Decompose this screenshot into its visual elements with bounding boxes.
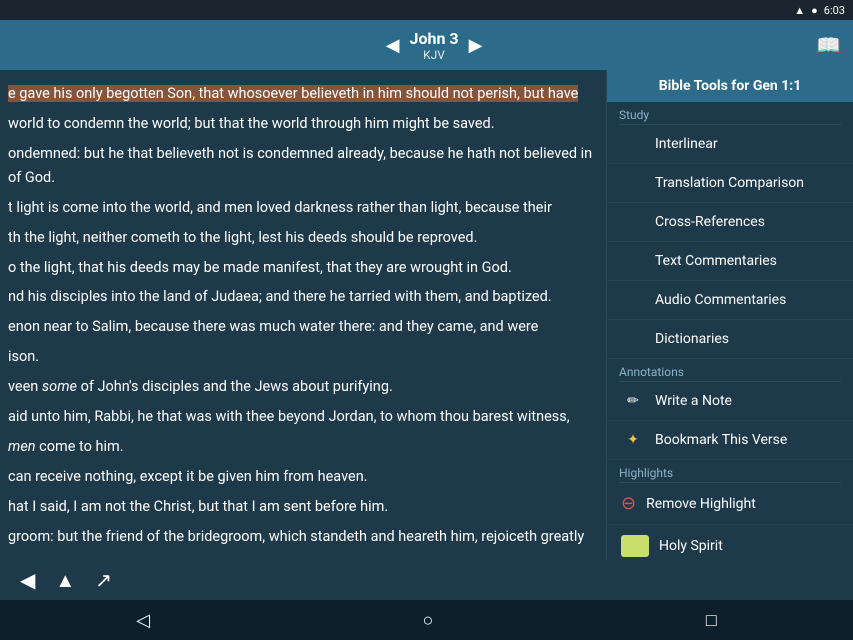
text-comm-label: Text Commentaries (655, 253, 777, 269)
remove-highlight-item[interactable]: ⊖ Remove Highlight (607, 483, 853, 525)
bottom-nav: ◀ ▲ ↗ (0, 560, 853, 600)
dict-label: Dictionaries (655, 331, 729, 347)
android-home-button[interactable]: ○ (423, 610, 434, 631)
write-note-icon: ✏ (621, 393, 645, 409)
write-note-item[interactable]: ✏ Write a Note (607, 382, 853, 421)
holy-spirit-label: Holy Spirit (659, 538, 723, 554)
translation-comparison-item[interactable]: Translation Comparison (607, 164, 853, 203)
next-chapter-button[interactable]: ▶ (469, 35, 483, 56)
wifi-icon: ▲ (794, 4, 805, 17)
prev-chapter-button[interactable]: ◀ (386, 35, 400, 56)
status-icons: ▲ ● 6:03 (794, 4, 845, 17)
verse-11: aid unto him, Rabbi, he that was with th… (8, 405, 594, 429)
verse-3: ondemned: but he that believeth not is c… (8, 142, 594, 190)
signal-icon: ● (811, 4, 818, 17)
cross-ref-label: Cross-References (655, 214, 765, 230)
annotations-section-label: Annotations (607, 359, 853, 381)
bottom-actions: ◀ ▲ ↗ (16, 564, 116, 597)
verse-6: o the light, that his deeds may be made … (8, 256, 594, 280)
back-button[interactable]: ◀ (16, 564, 39, 597)
tools-panel: Bible Tools for Gen 1:1 Study Interlinea… (606, 70, 853, 560)
write-note-label: Write a Note (655, 393, 732, 409)
bible-panel: e gave his only begotten Son, that whoso… (0, 70, 606, 560)
cross-references-item[interactable]: Cross-References (607, 203, 853, 242)
verse-14: hat I said, I am not the Christ, but tha… (8, 495, 594, 519)
verse-text-highlighted: e gave his only begotten Son, that whoso… (8, 85, 578, 102)
tools-header: Bible Tools for Gen 1:1 (607, 70, 853, 102)
dictionaries-item[interactable]: Dictionaries (607, 320, 853, 359)
interlinear-item[interactable]: Interlinear (607, 125, 853, 164)
book-name: John 3 (410, 29, 459, 48)
remove-highlight-icon: ⊖ (621, 493, 636, 514)
verse-4: t light is come into the world, and men … (8, 196, 594, 220)
verse-15: groom: but the friend of the bridegroom,… (8, 525, 594, 549)
verse-1: e gave his only begotten Son, that whoso… (8, 82, 594, 106)
bookmark-verse-icon: ✦ (621, 432, 645, 448)
top-nav: ◀ John 3 KJV ▶ 📖 (0, 20, 853, 70)
android-back-button[interactable]: ◁ (136, 610, 150, 631)
time-display: 6:03 (824, 4, 845, 17)
up-button[interactable]: ▲ (51, 564, 79, 597)
book-version-title[interactable]: John 3 KJV (410, 29, 459, 62)
translation-label: Translation Comparison (655, 175, 804, 191)
verse-2: world to condemn the world; but that the… (8, 112, 594, 136)
verse-9: ison. (8, 345, 594, 369)
android-recent-button[interactable]: □ (706, 610, 717, 631)
verse-5: th the light, neither cometh to the ligh… (8, 226, 594, 250)
holy-spirit-item[interactable]: Holy Spirit (607, 525, 853, 560)
audio-comm-label: Audio Commentaries (655, 292, 786, 308)
bookmark-verse-item[interactable]: ✦ Bookmark This Verse (607, 421, 853, 460)
android-nav: ◁ ○ □ (0, 600, 853, 640)
verse-12: men come to him. (8, 435, 594, 459)
status-bar: ▲ ● 6:03 (0, 0, 853, 20)
highlights-section-label: Highlights (607, 460, 853, 482)
main-area: e gave his only begotten Son, that whoso… (0, 70, 853, 560)
nav-center: ◀ John 3 KJV ▶ (386, 29, 483, 62)
bookmark-verse-label: Bookmark This Verse (655, 432, 787, 448)
holy-spirit-swatch (621, 535, 649, 557)
remove-highlight-label: Remove Highlight (646, 496, 756, 512)
verse-13: can receive nothing, except it be given … (8, 465, 594, 489)
interlinear-label: Interlinear (655, 136, 718, 152)
verse-7: nd his disciples into the land of Judaea… (8, 285, 594, 309)
verse-10: veen some of John's disciples and the Je… (8, 375, 594, 399)
text-commentaries-item[interactable]: Text Commentaries (607, 242, 853, 281)
share-button[interactable]: ↗ (91, 564, 116, 597)
version-label: KJV (410, 48, 459, 62)
bible-text-content: e gave his only begotten Son, that whoso… (0, 78, 602, 552)
study-section-label: Study (607, 102, 853, 124)
audio-commentaries-item[interactable]: Audio Commentaries (607, 281, 853, 320)
bookmark-icon[interactable]: 📖 (816, 33, 841, 57)
verse-8: enon near to Salim, because there was mu… (8, 315, 594, 339)
